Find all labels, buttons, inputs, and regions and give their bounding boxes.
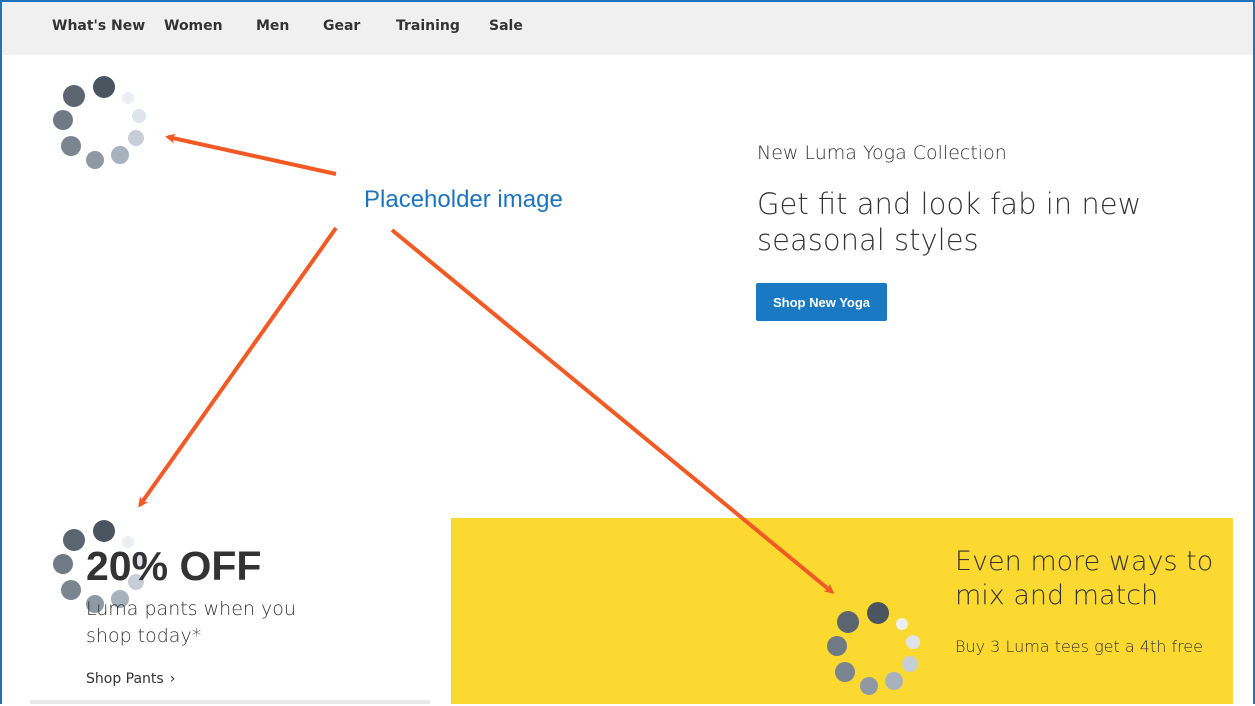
promo-title: Even more ways to mix and match xyxy=(955,546,1214,611)
spinner-dot xyxy=(63,85,85,107)
spinner-dot xyxy=(122,92,134,104)
arrow-to-hero-placeholder xyxy=(165,133,337,176)
spinner-dot xyxy=(53,110,73,130)
spinner-dot xyxy=(111,146,129,164)
nav-item-gear[interactable]: Gear xyxy=(323,18,360,34)
promo-text: Buy 3 Luma tees get a 4th free xyxy=(955,637,1203,656)
spinner-dot xyxy=(867,602,889,624)
spinner-dot xyxy=(132,109,146,123)
spinner-dot xyxy=(61,580,81,600)
spinner-dot xyxy=(93,76,115,98)
spinner-dot xyxy=(860,677,878,695)
nav-item-whats-new[interactable]: What's New xyxy=(52,18,145,34)
spinner-dot xyxy=(837,611,859,633)
nav-item-men[interactable]: Men xyxy=(256,18,289,34)
sale-block-bottom-divider xyxy=(30,700,430,704)
chevron-right-icon: › xyxy=(169,671,176,687)
shop-pants-link-label: Shop Pants xyxy=(86,671,164,687)
spinner-dot xyxy=(835,662,855,682)
hero-eyebrow: New Luma Yoga Collection xyxy=(757,142,1007,164)
nav-item-training[interactable]: Training xyxy=(396,18,460,34)
nav-item-women[interactable]: Women xyxy=(164,18,223,34)
sale-headline: 20% OFF xyxy=(86,543,262,589)
spinner-dot xyxy=(827,636,847,656)
placeholder-image-annotation: Placeholder image xyxy=(364,186,563,213)
spinner-dot xyxy=(53,554,73,574)
spinner-dot xyxy=(885,672,903,690)
spinner-dot xyxy=(902,656,918,672)
shop-pants-link[interactable]: Shop Pants › xyxy=(86,671,175,687)
spinner-dot xyxy=(61,136,81,156)
shop-new-yoga-button[interactable]: Shop New Yoga xyxy=(756,283,887,321)
spinner-dot xyxy=(86,151,104,169)
top-navigation: What's New Women Men Gear Training Sale xyxy=(0,0,1255,55)
spinner-dot xyxy=(906,635,920,649)
spinner-dot xyxy=(93,520,115,542)
spinner-dot xyxy=(63,529,85,551)
sale-text: Luma pants when you shop today* xyxy=(86,598,296,647)
hero-image-placeholder-spinner-icon xyxy=(46,70,156,180)
hero-title: Get fit and look fab in new seasonal sty… xyxy=(757,187,1142,257)
arrow-to-sale-placeholder xyxy=(138,226,338,508)
spinner-dot xyxy=(896,618,908,630)
nav-item-sale[interactable]: Sale xyxy=(489,18,523,34)
spinner-dot xyxy=(128,130,144,146)
promo-image-placeholder-spinner-icon xyxy=(820,596,930,706)
